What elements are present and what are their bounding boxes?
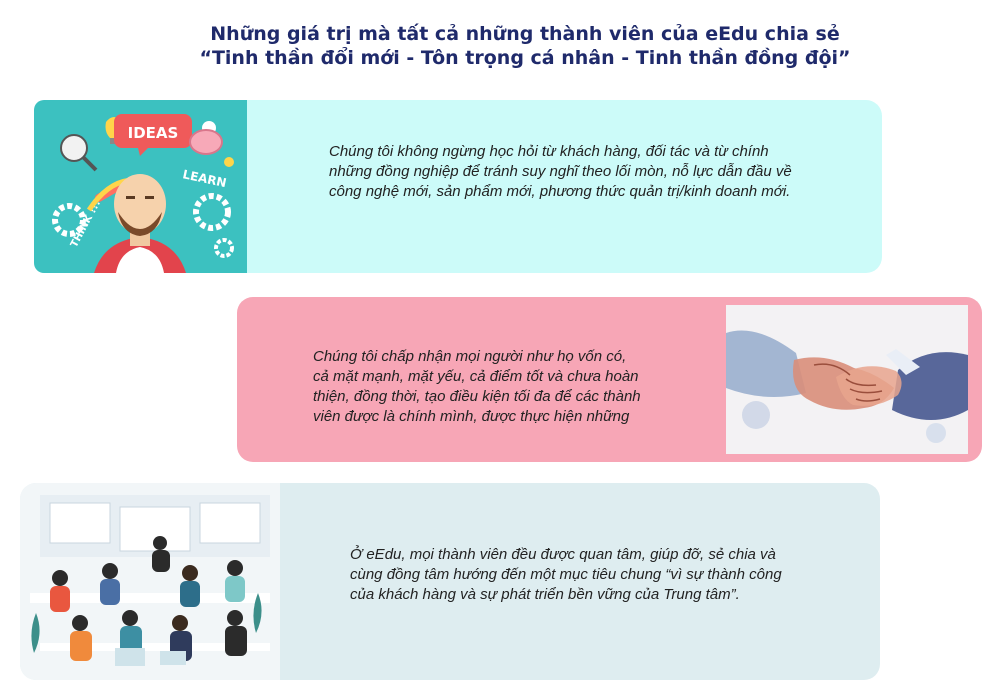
respect-text-line: Chúng tôi chấp nhận mọi người như họ vốn… (313, 348, 627, 365)
respect-text: Chúng tôi chấp nhận mọi người như họ vốn… (313, 347, 641, 427)
ideas-word: IDEAS (128, 124, 179, 142)
teamwork-illustration (20, 483, 280, 680)
innovation-text: Chúng tôi không ngừng học hỏi từ khách h… (329, 142, 792, 202)
respect-text-line: thiện, đồng thời, tạo điều kiện tối đa đ… (313, 388, 641, 405)
teamwork-text-line: của khách hàng và sự phát triển bền vững… (350, 586, 740, 603)
teamwork-text: Ở eEdu, mọi thành viên đều được quan tâm… (350, 545, 782, 605)
think-word: THINK !!! (69, 198, 103, 249)
innovation-illustration: IDEAS LEARN THINK !!! (34, 100, 247, 273)
title-line-2: “Tinh thần đổi mới - Tôn trọng cá nhân -… (199, 47, 851, 69)
title-line-1: Những giá trị mà tất cả những thành viên… (210, 23, 840, 45)
page-title: Những giá trị mà tất cả những thành viên… (0, 22, 1000, 70)
learn-word: LEARN (181, 167, 227, 190)
handshake-illustration (726, 305, 968, 454)
innovation-text-line: công nghệ mới, sản phẩm mới, phương thức… (329, 183, 791, 200)
innovation-text-line: những đồng nghiệp để tránh suy nghĩ theo… (329, 163, 792, 180)
innovation-text-line: Chúng tôi không ngừng học hỏi từ khách h… (329, 143, 769, 160)
respect-text-line: viên được là chính mình, được thực hiện … (313, 408, 630, 425)
teamwork-text-line: Ở eEdu, mọi thành viên đều được quan tâm… (350, 546, 776, 563)
respect-text-line: cả mặt mạnh, mặt yếu, cả điểm tốt và chư… (313, 368, 639, 385)
teamwork-text-line: cùng đồng tâm hướng đến một mục tiêu chu… (350, 566, 782, 583)
